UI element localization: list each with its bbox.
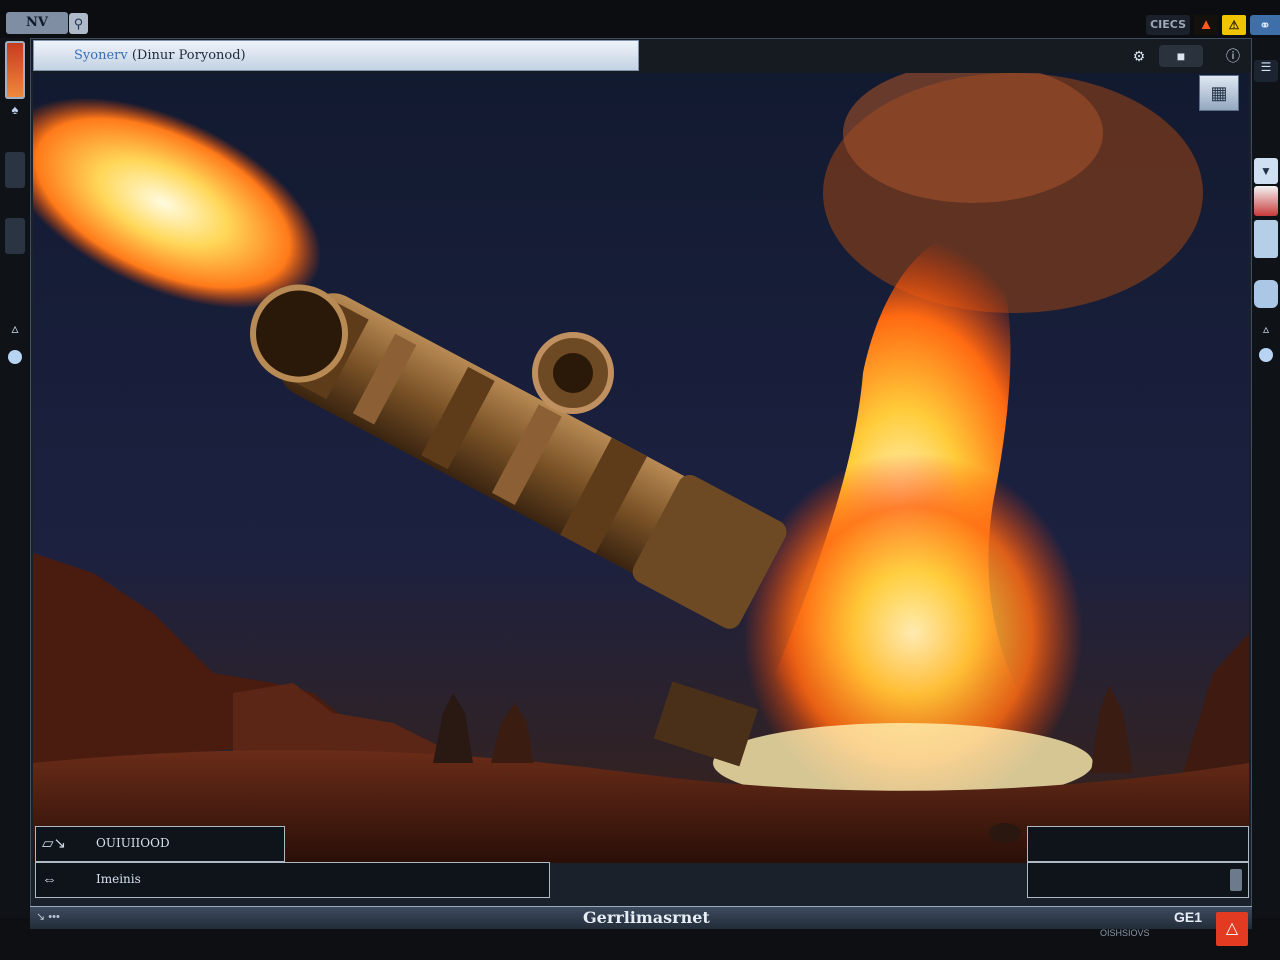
panel-slot[interactable]: [5, 218, 25, 254]
scene-illustration: [33, 73, 1249, 863]
bubble-icon[interactable]: [1259, 348, 1273, 362]
right-dock: ☰ ▼ ▵: [1252, 38, 1280, 918]
hat-icon[interactable]: ▵: [5, 318, 25, 338]
image-icon[interactable]: [1254, 186, 1278, 216]
system-tray: CIECS ▲ ⚠ ⚭: [1146, 14, 1280, 36]
tab-title-app: Syonerv: [74, 48, 128, 63]
flame-icon[interactable]: △: [1216, 912, 1248, 946]
globe-icon[interactable]: ⚭: [1250, 15, 1280, 35]
status-right[interactable]: GE1: [1174, 909, 1202, 925]
filter-icon[interactable]: ▼: [1254, 158, 1278, 184]
output-label: OUIUIIOOD: [96, 836, 170, 850]
status-bar: ↘ ••• Gerrlimasrnet GE1: [30, 906, 1252, 929]
user-icon[interactable]: ♠: [5, 102, 25, 118]
system-logo[interactable]: NV: [6, 12, 68, 34]
frame-icon[interactable]: ▦: [1199, 75, 1239, 111]
frames-icon: ⇔: [42, 871, 57, 888]
panel-scrollbar[interactable]: [1230, 869, 1242, 891]
info-icon[interactable]: ⓘ: [1221, 45, 1245, 67]
left-dock: ♠ ▵: [0, 38, 30, 918]
system-topbar: NV ⚲ CIECS ▲ ⚠ ⚭: [0, 0, 1280, 38]
tray-label[interactable]: CIECS: [1146, 15, 1190, 35]
app-icon[interactable]: [5, 41, 25, 99]
tab-title: Syonerv (Dinur Poryonod): [74, 48, 246, 63]
viewport-scene[interactable]: ▦: [33, 73, 1249, 863]
right-panel-top[interactable]: [1027, 826, 1249, 862]
status-subtext: OISHSIOVS: [1100, 928, 1150, 938]
tab-bar: Syonerv (Dinur Poryonod) ⚙ ■ ⓘ: [31, 39, 1251, 73]
tab-title-doc: (Dinur Poryonod): [131, 48, 246, 63]
warning-icon[interactable]: ⚠: [1222, 15, 1246, 35]
window-mode-icon[interactable]: ■: [1159, 45, 1203, 67]
settings-icon[interactable]: ⚙: [1127, 45, 1151, 67]
cloud-icon[interactable]: [1254, 280, 1278, 308]
frames-panel[interactable]: ⇔ Imeinis: [35, 862, 550, 898]
figure-icon[interactable]: [1254, 220, 1278, 258]
tab-active[interactable]: Syonerv (Dinur Poryonod): [33, 40, 639, 71]
search-icon[interactable]: ⚲: [69, 13, 88, 34]
frames-label: Imeinis: [96, 872, 141, 886]
output-icon: ▱↘: [42, 835, 67, 852]
output-panel[interactable]: ▱↘ OUIUIIOOD: [35, 826, 285, 862]
panel-slot[interactable]: [5, 152, 25, 188]
status-center-title: Gerrlimasrnet: [583, 908, 710, 927]
status-left[interactable]: ↘ •••: [36, 910, 60, 923]
main-window: Syonerv (Dinur Poryonod) ⚙ ■ ⓘ ▦ ▱↘ OUIU…: [30, 38, 1252, 910]
fire-icon[interactable]: ▲: [1194, 15, 1218, 35]
bubble-icon[interactable]: [8, 350, 22, 364]
hat-icon[interactable]: ▵: [1254, 320, 1278, 338]
right-panel-bottom[interactable]: [1027, 862, 1249, 898]
layers-icon[interactable]: ☰: [1254, 60, 1278, 82]
